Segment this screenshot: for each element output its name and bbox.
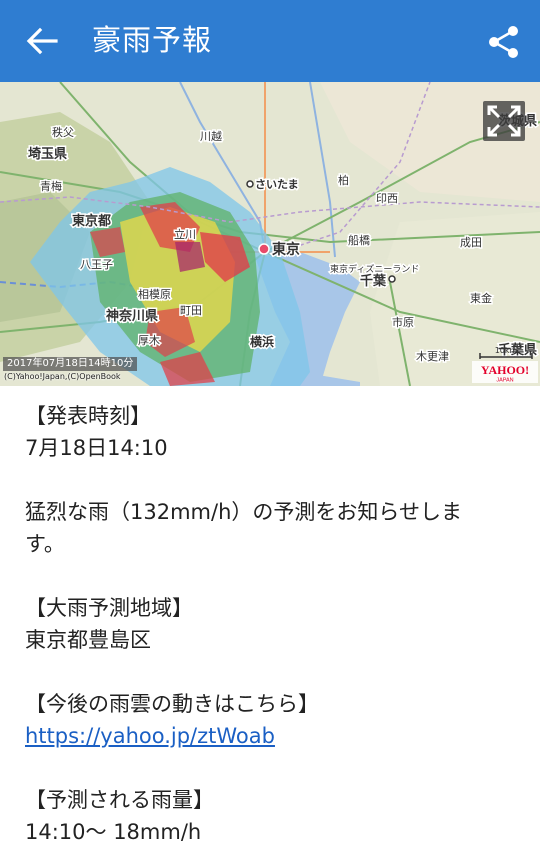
fullscreen-icon[interactable] xyxy=(483,101,525,141)
share-icon[interactable] xyxy=(486,24,522,60)
future-link[interactable]: https://yahoo.jp/ztWoab xyxy=(25,724,275,748)
area-value: 東京都豊島区 xyxy=(25,628,151,652)
scale-bar: 10km xyxy=(479,346,533,359)
map-label-narita: 成田 xyxy=(460,236,482,249)
map-copyright: (C)Yahoo!Japan,(C)OpenBook xyxy=(4,372,121,381)
amount-heading: 【予測される雨量】 xyxy=(25,788,214,812)
forecast-detail: 【発表時刻】 7月18日14:10 猛烈な雨（132mm/h）の予測をお知らせし… xyxy=(25,400,515,848)
map-label-saitama: さいたま xyxy=(255,178,299,191)
map-label-funabashi: 船橋 xyxy=(348,233,370,247)
map-label-atsugi: 厚木 xyxy=(138,334,160,347)
map-label-oume: 青梅 xyxy=(40,179,62,193)
map-label-ichihara: 市原 xyxy=(392,315,414,329)
svg-text:JAPAN: JAPAN xyxy=(496,378,513,384)
map-label-machida: 町田 xyxy=(180,304,202,317)
amount-value: 14:10～ 18mm/h xyxy=(25,820,202,844)
map-label-yokohama: 横浜 xyxy=(250,334,274,349)
map-label-sagamihara: 相模原 xyxy=(138,288,171,301)
map-label-togane: 東金 xyxy=(470,291,492,305)
map-label-chiba: 千葉 xyxy=(360,273,387,289)
app-bar: 豪雨予報 xyxy=(0,0,540,82)
map-label-saitama-pref: 埼玉県 xyxy=(28,146,67,162)
map-label-tokyo: 東京 xyxy=(272,241,300,258)
svg-text:YAHOO!: YAHOO! xyxy=(481,363,529,377)
map-label-tachikawa: 立川 xyxy=(174,227,196,241)
radar-timestamp: 2017年07月18日14時10分 xyxy=(3,357,138,371)
map-label-kashiwa: 柏 xyxy=(338,173,349,187)
arrow-left-icon[interactable] xyxy=(24,26,58,56)
message-line-1: 猛烈な雨（132mm/h）の予測をお知らせしま xyxy=(25,500,462,524)
announce-heading: 【発表時刻】 xyxy=(25,404,151,428)
map-label-hachioji: 八王子 xyxy=(80,258,113,271)
map-label-tokyo-to: 東京都 xyxy=(72,213,111,229)
map-label-disney: 東京ディズニーランド xyxy=(330,263,419,275)
map-label-inzai: 印西 xyxy=(376,192,398,205)
map-label-kisarazu: 木更津 xyxy=(416,350,449,363)
rain-radar-map[interactable]: 埼玉県 さいたま 東京 千葉 千葉県 神奈川県 東京都 横浜 東京ディズニーラン… xyxy=(0,82,540,386)
map-label-kawagoe: 川越 xyxy=(200,129,222,143)
map-label-chichibu: 秩父 xyxy=(52,126,74,139)
yahoo-japan-logo: YAHOO! JAPAN xyxy=(472,361,538,383)
message-line-2: す。 xyxy=(25,532,65,556)
scale-label: 10km xyxy=(495,346,518,355)
map-base: 埼玉県 さいたま 東京 千葉 千葉県 神奈川県 東京都 横浜 東京ディズニーラン… xyxy=(0,82,540,386)
announce-time: 7月18日14:10 xyxy=(25,436,168,460)
future-heading: 【今後の雨雲の動きはこちら】 xyxy=(25,692,319,716)
area-heading: 【大雨予測地域】 xyxy=(25,596,193,620)
page-title: 豪雨予報 xyxy=(92,23,213,57)
map-label-kanagawa: 神奈川県 xyxy=(106,308,158,324)
